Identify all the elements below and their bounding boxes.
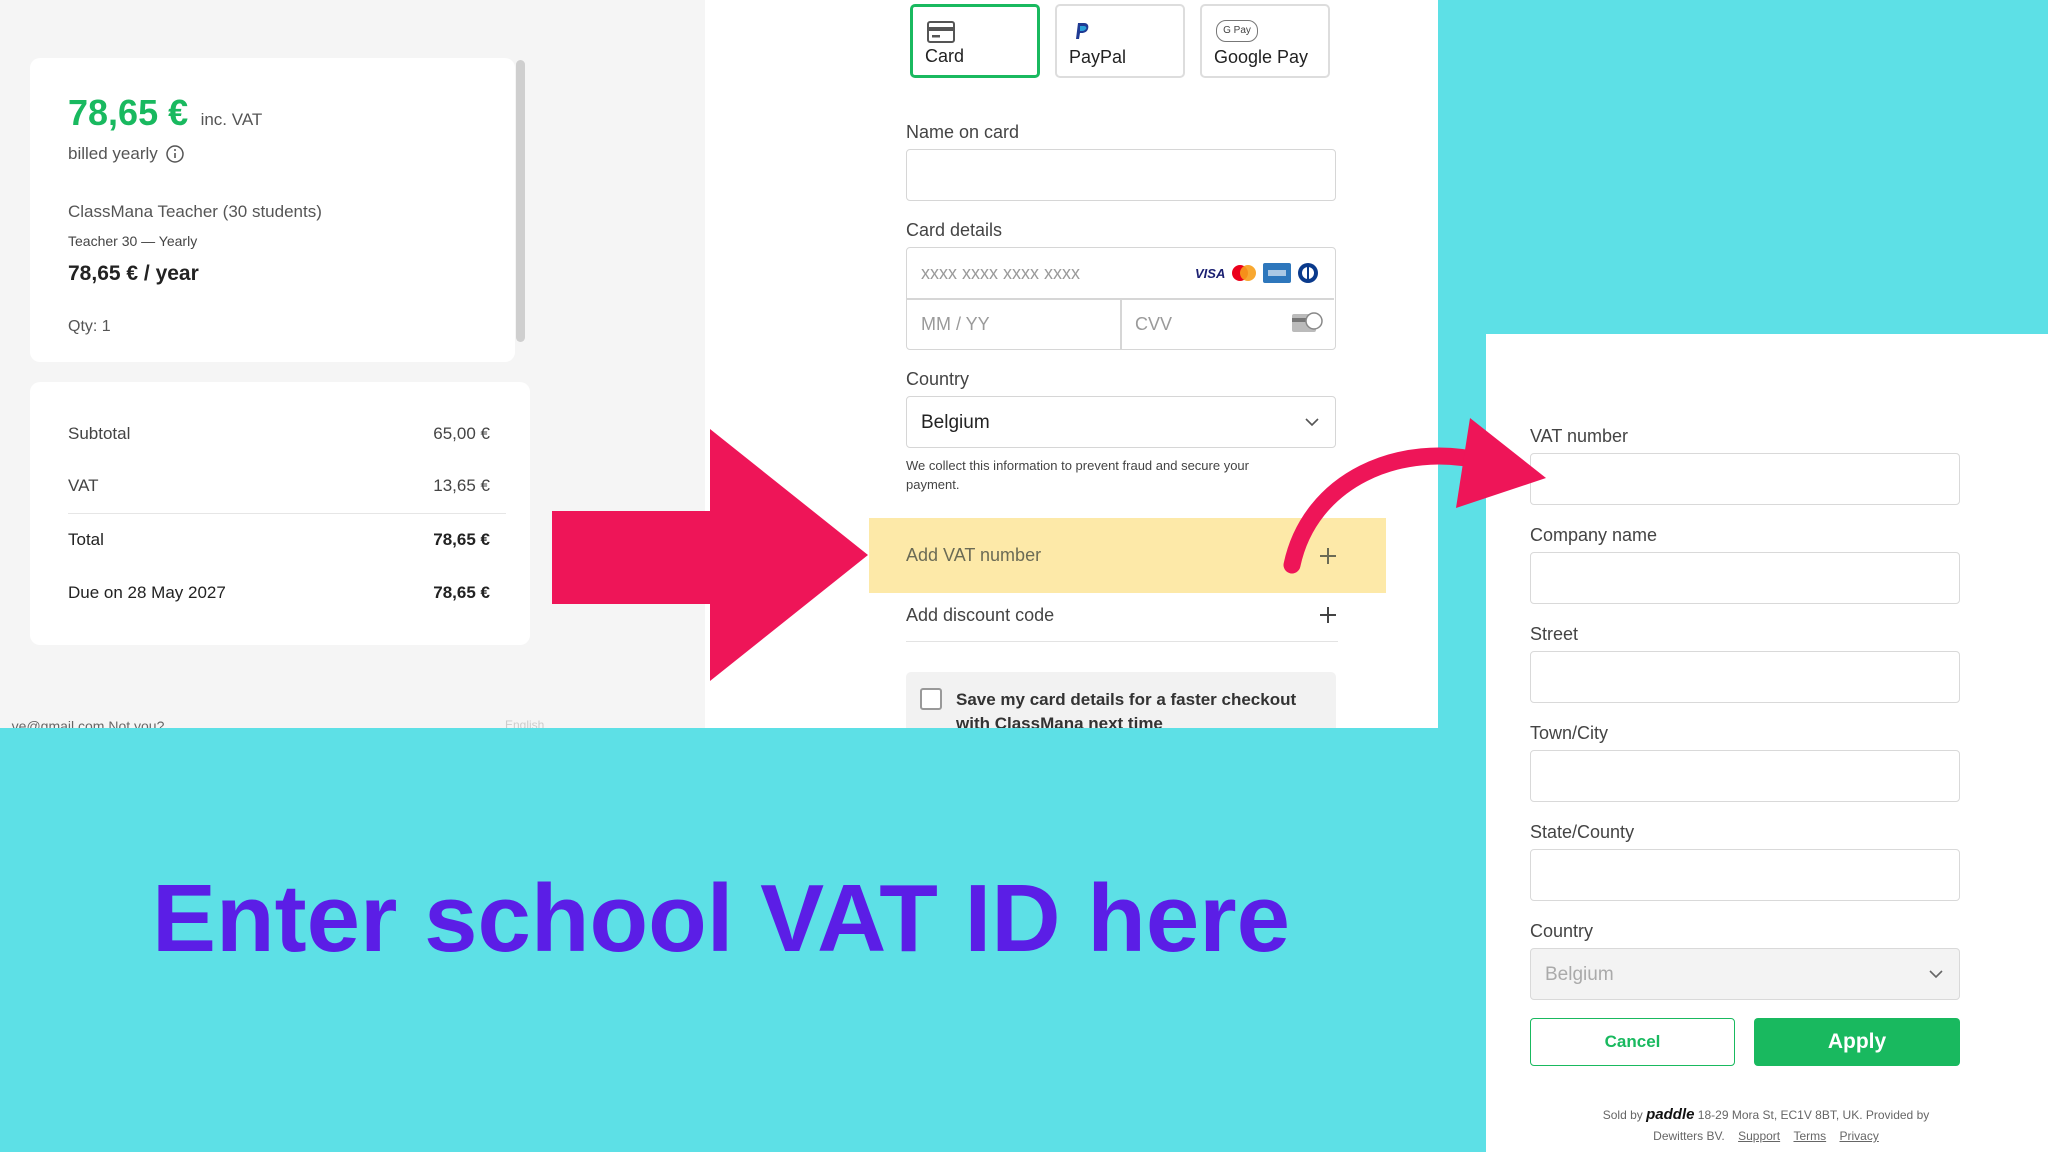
vat-country-label: Country: [1530, 921, 1594, 941]
info-icon[interactable]: [165, 144, 185, 164]
price-card: 78,65 € inc. VAT billed yearly ClassMana…: [30, 58, 515, 362]
expiry-input[interactable]: MM / YY: [921, 314, 990, 335]
totals-row-value: 78,65 €: [433, 530, 490, 549]
price-amount: 78,65 €: [68, 92, 189, 133]
arrow-right-icon: [552, 429, 868, 681]
tab-label: Google Pay: [1214, 47, 1309, 67]
totals-row: Due on 28 May 2027 78,65 €: [68, 583, 490, 603]
scrollbar[interactable]: [516, 60, 525, 342]
plan-price: 78,65 € / year: [68, 262, 199, 285]
totals-row-value: 78,65 €: [433, 583, 490, 602]
add-discount-label: Add discount code: [906, 604, 1055, 625]
curved-arrow-icon: [1283, 418, 1546, 574]
account-text[interactable]: ...ve@gmail.com Not you?: [0, 718, 164, 728]
vat-form-panel: VAT number Company name Street Town/City…: [1486, 334, 2048, 1152]
support-link[interactable]: Support: [1738, 1129, 1780, 1143]
tab-card[interactable]: Card: [910, 4, 1040, 78]
tab-label: Card: [925, 46, 965, 66]
totals-row-label: VAT: [68, 476, 99, 495]
totals-row: Subtotal 65,00 €: [68, 424, 490, 444]
vat-country-select[interactable]: Belgium: [1530, 948, 1960, 1000]
card-brands: VISA: [1195, 262, 1319, 284]
terms-link[interactable]: Terms: [1793, 1129, 1826, 1143]
save-card-label: Save my card details for a faster checko…: [956, 690, 1297, 728]
visa-icon: VISA: [1195, 265, 1226, 281]
vat-country-value: Belgium: [1545, 964, 1614, 985]
street-label: Street: [1530, 624, 1579, 644]
vat-number-input[interactable]: [1530, 453, 1960, 505]
state-county-label: State/County: [1530, 822, 1635, 842]
chevron-down-icon: [1929, 970, 1943, 979]
country-select[interactable]: Belgium: [906, 396, 1336, 448]
billing-note-text: billed yearly: [68, 144, 158, 163]
privacy-link[interactable]: Privacy: [1839, 1129, 1878, 1143]
totals-row-label: Due on 28 May 2027: [68, 583, 226, 602]
language-selector[interactable]: English: [505, 718, 544, 728]
price-line: 78,65 € inc. VAT: [68, 92, 262, 134]
google-pay-icon: G Pay: [1216, 20, 1258, 42]
state-county-input[interactable]: [1530, 849, 1960, 901]
divider: [1120, 298, 1122, 349]
fraud-info-note: We collect this information to prevent f…: [906, 458, 1249, 492]
totals-row: VAT 13,65 €: [68, 476, 490, 496]
country-label: Country: [906, 369, 970, 389]
cancel-button[interactable]: Cancel: [1530, 1018, 1735, 1066]
paddle-footer: Sold by paddle 18-29 Mora St, EC1V 8BT, …: [1516, 1104, 2016, 1147]
card-details-group: xxxx xxxx xxxx xxxx VISA MM / YY CVV: [906, 247, 1336, 350]
headline: Enter school VAT ID here: [152, 865, 1290, 972]
plan-name: Teacher 30 — Yearly: [68, 233, 198, 249]
card-number-input[interactable]: xxxx xxxx xxxx xxxx: [921, 263, 1080, 284]
add-vat-label: Add VAT number: [906, 545, 1042, 565]
paddle-logo: paddle: [1646, 1106, 1695, 1123]
town-city-input[interactable]: [1530, 750, 1960, 802]
town-city-label: Town/City: [1530, 723, 1609, 743]
save-card-checkbox[interactable]: [920, 688, 942, 710]
name-on-card-input[interactable]: [906, 149, 1336, 201]
add-vat-row[interactable]: Add VAT number: [906, 518, 1338, 593]
paypal-icon: [1076, 23, 1089, 39]
tab-label: PayPal: [1069, 47, 1127, 67]
product-name: ClassMana Teacher (30 students): [68, 202, 322, 221]
mastercard-icon: [1232, 265, 1257, 281]
footer-provider: Dewitters BV.: [1653, 1129, 1725, 1143]
name-on-card-label: Name on card: [906, 122, 1020, 142]
totals-row-label: Total: [68, 530, 104, 549]
quantity: Qty: 1: [68, 318, 111, 335]
amex-icon: [1263, 263, 1292, 283]
footer-address: 18-29 Mora St, EC1V 8BT, UK. Provided by: [1697, 1108, 1930, 1122]
apply-button[interactable]: Apply: [1754, 1018, 1960, 1066]
totals-row-value: 13,65 €: [433, 476, 490, 495]
plus-icon: [1320, 607, 1336, 623]
street-input[interactable]: [1530, 651, 1960, 703]
country-value: Belgium: [921, 412, 990, 433]
billing-note: billed yearly: [68, 144, 185, 164]
totals-card: Subtotal 65,00 € VAT 13,65 € Total 78,65…: [30, 382, 530, 645]
footer-sold-by: Sold by: [1602, 1108, 1643, 1122]
company-name-input[interactable]: [1530, 552, 1960, 604]
add-discount-row[interactable]: Add discount code: [906, 598, 1338, 632]
totals-row: Total 78,65 €: [68, 530, 490, 550]
divider: [906, 641, 1338, 642]
cvv-card-icon: [1292, 312, 1323, 332]
divider: [68, 513, 506, 514]
save-card-box: Save my card details for a faster checko…: [906, 672, 1336, 728]
diners-icon: [1298, 263, 1319, 283]
totals-row-value: 65,00 €: [433, 424, 490, 443]
totals-row-label: Subtotal: [68, 424, 131, 443]
card-details-label: Card details: [906, 220, 1003, 240]
price-suffix: inc. VAT: [200, 110, 263, 129]
tab-google-pay[interactable]: G Pay Google Pay: [1200, 4, 1330, 78]
tab-paypal[interactable]: PayPal: [1055, 4, 1185, 78]
cvv-input[interactable]: CVV: [1135, 314, 1172, 335]
card-icon: [927, 21, 955, 43]
